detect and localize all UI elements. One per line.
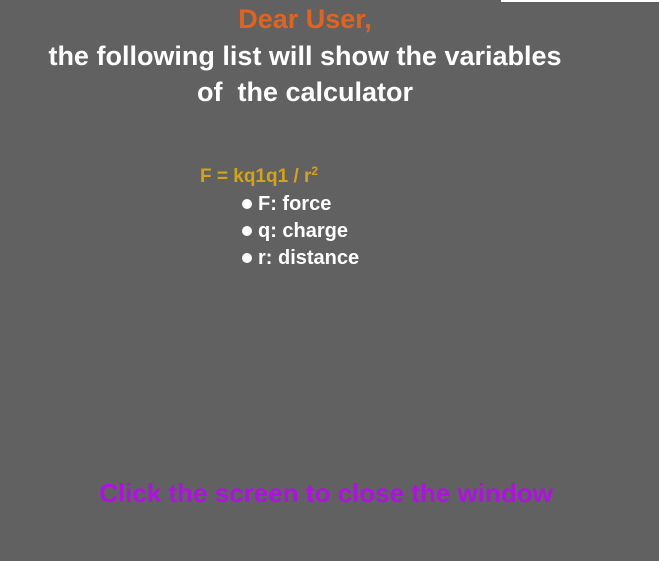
- list-item-charge: q: charge: [241, 220, 359, 247]
- bullet-icon: [242, 253, 252, 263]
- close-window-hint[interactable]: Click the screen to close the window: [0, 478, 652, 508]
- greeting-heading: Dear User,: [238, 4, 372, 34]
- formula-exponent: 2: [311, 164, 319, 178]
- intro-line-2: of the calculator: [196, 77, 414, 107]
- list-item-force: F: force: [241, 193, 359, 220]
- formula-text: F = kq1q1 / r: [200, 166, 312, 187]
- intro-text: the following list will show the variabl…: [0, 38, 610, 110]
- bullet-icon: [242, 226, 252, 236]
- variable-label: F: force: [258, 193, 332, 215]
- coulomb-formula: F = kq1q1 / r2: [200, 165, 318, 189]
- bullet-icon: [242, 199, 252, 209]
- list-item-distance: r: distance: [241, 247, 359, 274]
- variable-list: F: force q: charge r: distance: [241, 193, 359, 274]
- window-edge-strip: [501, 0, 659, 2]
- intro-line-1: the following list will show the variabl…: [48, 41, 562, 71]
- variable-label: q: charge: [258, 220, 349, 242]
- variable-label: r: distance: [258, 247, 360, 269]
